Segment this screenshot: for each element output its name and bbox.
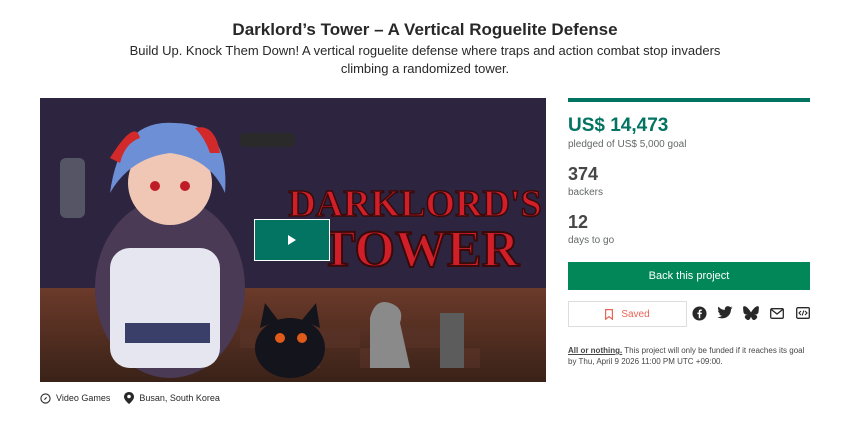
play-icon (288, 235, 296, 245)
pledged-amount: US$ 14,473 (568, 115, 669, 136)
bluesky-icon[interactable] (743, 305, 759, 321)
twitter-icon[interactable] (717, 305, 733, 321)
embed-icon[interactable] (795, 305, 811, 321)
project-subtitle: Build Up. Knock Them Down! A vertical ro… (129, 43, 721, 76)
funding-progress-fill (568, 98, 810, 102)
category-link[interactable]: Video Games (40, 392, 111, 404)
all-or-nothing-link[interactable]: All or nothing. (568, 346, 622, 355)
play-button[interactable] (254, 219, 330, 261)
backers-count: 374 (568, 164, 599, 184)
location-link[interactable]: Busan, South Korea (124, 392, 220, 404)
compass-icon (40, 392, 51, 404)
days-label: days to go (568, 235, 615, 246)
bookmark-icon (605, 308, 614, 320)
pledged-goal: pledged of US$ 5,000 goal (568, 139, 687, 150)
project-meta: Video Games Busan, South Korea (40, 392, 220, 404)
funding-progress-bar (568, 98, 810, 102)
funding-panel: US$ 14,473 pledged of US$ 5,000 goal 374… (568, 98, 810, 246)
all-or-nothing-notice: All or nothing. This project will only b… (568, 345, 810, 367)
map-pin-icon (124, 392, 135, 404)
days-remaining: 12 (568, 212, 589, 232)
saved-label: Saved (621, 308, 650, 320)
logo-line2: TOWER (321, 221, 521, 278)
location-label: Busan, South Korea (139, 393, 220, 403)
project-video[interactable]: DARKLORD'S TOWER (40, 98, 546, 382)
backers-label: backers (568, 187, 604, 198)
project-title: Darklord’s Tower – A Vertical Roguelite … (232, 20, 618, 39)
facebook-icon[interactable] (691, 305, 707, 321)
category-label: Video Games (56, 393, 111, 403)
share-icons (691, 305, 811, 321)
saved-button[interactable]: Saved (568, 301, 687, 327)
back-project-button[interactable]: Back this project (568, 262, 810, 290)
email-icon[interactable] (769, 305, 785, 321)
